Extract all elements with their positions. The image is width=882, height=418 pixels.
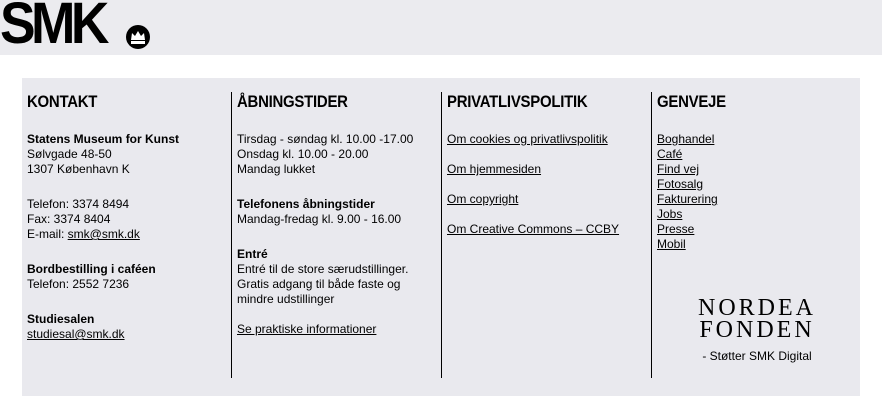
entry-line-3: mindre udstillinger (237, 292, 335, 306)
privacy-link-website[interactable]: Om hjemmesiden (447, 162, 541, 176)
shortcuts-column: GENVEJE Boghandel Café Find vej Fotosalg… (652, 92, 860, 378)
sponsor-caption: - Støtter SMK Digital (702, 349, 812, 363)
shortcut-invoicing[interactable]: Fakturering (657, 192, 718, 206)
smk-logo[interactable]: SMK (0, 0, 109, 54)
privacy-link-creative-commons[interactable]: Om Creative Commons – CCBY (447, 222, 619, 236)
nordea-logo-line-2: FONDEN (699, 317, 815, 343)
privacy-link-cookies[interactable]: Om cookies og privatlivspolitik (447, 132, 608, 146)
city: 1307 København K (27, 162, 130, 176)
shortcut-find-way[interactable]: Find vej (657, 162, 699, 176)
email-label: E-mail: (27, 227, 68, 241)
shortcut-cafe[interactable]: Café (657, 147, 682, 161)
phone: Telefon: 3374 8494 (27, 197, 130, 211)
hours-line-3: Mandag lukket (237, 162, 316, 176)
phone-hours-title: Telefonens åbningstider (237, 197, 375, 211)
privacy-column: PRIVATLIVSPOLITIK Om cookies og privatli… (442, 92, 652, 378)
study-title: Studiesalen (27, 312, 95, 326)
street: Sølvgade 48-50 (27, 147, 112, 161)
privacy-link-copyright[interactable]: Om copyright (447, 192, 518, 206)
footer: KONTAKT Statens Museum for Kunst Sølvgad… (22, 78, 860, 396)
phone-hours: Mandag-fredag kl. 9.00 - 16.00 (237, 212, 402, 226)
shortcuts-heading: GENVEJE (657, 92, 726, 111)
hours-heading: ÅBNINGSTIDER (237, 92, 348, 111)
org-name: Statens Museum for Kunst (27, 132, 180, 146)
privacy-heading: PRIVATLIVSPOLITIK (447, 92, 588, 111)
opening-hours-column: ÅBNINGSTIDER Tirsdag - søndag kl. 10.00 … (232, 92, 442, 378)
practical-info-link[interactable]: Se praktiske informationer (237, 322, 376, 336)
entry-line-1: Entré til de store særudstillinger. (237, 262, 409, 276)
shortcut-press[interactable]: Presse (657, 222, 694, 236)
cafe-phone: Telefon: 2552 7236 (27, 277, 130, 291)
study-email-link[interactable]: studiesal@smk.dk (27, 327, 125, 341)
email-link[interactable]: smk@smk.dk (68, 227, 140, 241)
hours-line-2: Onsdag kl. 10.00 - 20.00 (237, 147, 369, 161)
contact-column: KONTAKT Statens Museum for Kunst Sølvgad… (22, 92, 232, 378)
crown-icon (126, 25, 150, 49)
hours-line-1: Tirsdag - søndag kl. 10.00 -17.00 (237, 132, 414, 146)
contact-heading: KONTAKT (27, 92, 98, 111)
nordea-logo-line-1: NORDEA (698, 295, 816, 321)
entry-title: Entré (237, 247, 268, 261)
shortcut-bookshop[interactable]: Boghandel (657, 132, 714, 146)
nordea-fonden-logo[interactable]: NORDEA FONDEN - Støtter SMK Digital (682, 295, 832, 363)
top-header-bar: SMK (0, 0, 882, 55)
shortcut-mobile[interactable]: Mobil (657, 237, 686, 251)
shortcut-jobs[interactable]: Jobs (657, 207, 682, 221)
fax: Fax: 3374 8404 (27, 212, 111, 226)
cafe-title: Bordbestilling i caféen (27, 262, 156, 276)
entry-line-2: Gratis adgang til både faste og (237, 277, 401, 291)
shortcut-photo-sales[interactable]: Fotosalg (657, 177, 703, 191)
